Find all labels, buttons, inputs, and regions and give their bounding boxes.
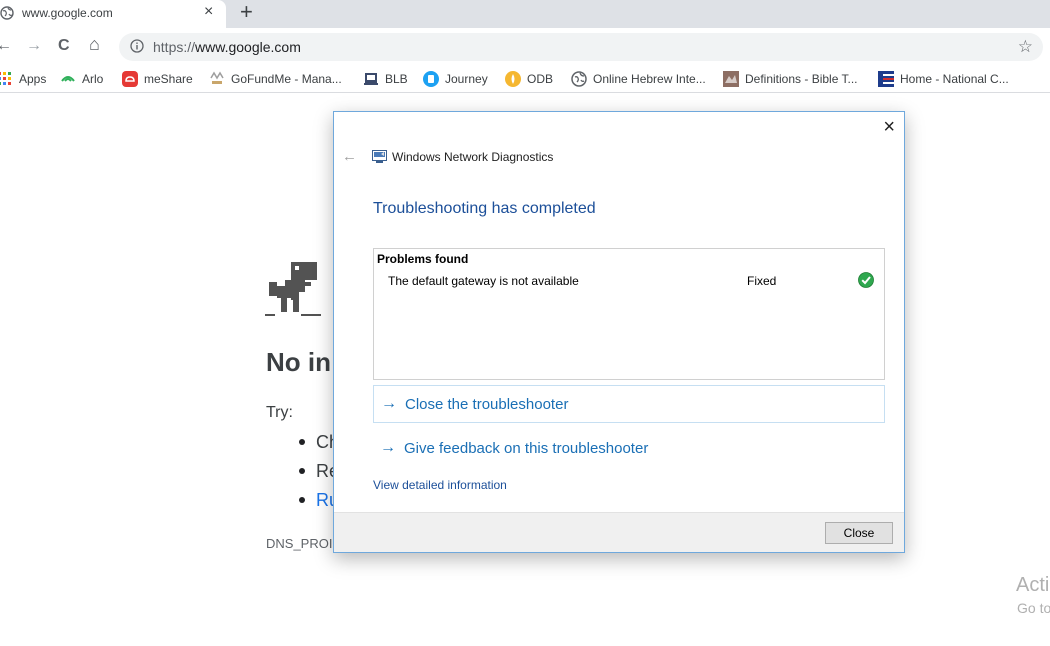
bookmark-home-national[interactable]: Home - National C...	[878, 70, 1009, 88]
bookmark-label: Online Hebrew Inte...	[593, 72, 706, 86]
network-diagnostics-dialog: × ← Windows Network Diagnostics Troubles…	[333, 111, 905, 553]
bookmark-label: Apps	[19, 72, 47, 86]
bookmark-label: ODB	[527, 72, 554, 86]
gofundme-icon	[210, 71, 224, 84]
journey-icon	[423, 71, 439, 87]
dialog-app-title: Windows Network Diagnostics	[392, 150, 554, 164]
bookmark-arlo[interactable]: Arlo	[60, 70, 103, 88]
url-host: www.google.com	[195, 39, 301, 55]
bookmark-meshare[interactable]: meShare	[122, 70, 193, 88]
dinosaur-icon	[265, 262, 321, 316]
dialog-heading: Troubleshooting has completed	[373, 200, 596, 217]
url-text: https://www.google.com	[153, 39, 301, 55]
meshare-icon	[122, 71, 138, 87]
arlo-icon	[61, 76, 75, 82]
bookmark-blb[interactable]: BLB	[363, 70, 408, 88]
bookmark-odb[interactable]: ODB	[505, 70, 553, 88]
dialog-footer: Close	[334, 512, 904, 552]
check-icon	[858, 272, 874, 288]
activation-watermark-title: Acti	[1016, 574, 1050, 596]
bookmark-label: GoFundMe - Mana...	[231, 72, 342, 86]
bookmarks-bar: Apps Arlo meShare GoFundMe - Mana... BLB	[0, 65, 1050, 93]
close-troubleshooter-label: Close the troubleshooter	[405, 395, 569, 413]
error-code: DNS_PROI	[266, 536, 333, 551]
odb-icon	[505, 71, 521, 87]
arrow-right-icon: →	[380, 439, 396, 456]
network-diagnostics-icon	[372, 150, 387, 163]
home-icon[interactable]: ⌂	[89, 35, 100, 53]
reload-icon[interactable]: C	[58, 37, 70, 55]
flag-icon	[878, 71, 894, 87]
apps-grid-icon	[0, 72, 11, 85]
activation-watermark-subtitle: Go to	[1017, 600, 1050, 616]
close-troubleshooter-link[interactable]: → Close the troubleshooter	[373, 385, 885, 423]
problem-status: Fixed	[747, 274, 777, 288]
blb-icon	[364, 73, 378, 85]
bookmark-label: BLB	[385, 72, 408, 86]
bookmark-definitions[interactable]: Definitions - Bible T...	[723, 70, 858, 88]
dialog-back-icon[interactable]: ←	[342, 148, 357, 166]
problems-found-panel: Problems found The default gateway is no…	[373, 248, 885, 380]
view-detailed-information-link[interactable]: View detailed information	[373, 478, 507, 492]
bookmark-label: Home - National C...	[900, 72, 1009, 86]
offline-title: No in	[266, 347, 331, 377]
give-feedback-link[interactable]: → Give feedback on this troubleshooter	[373, 429, 885, 467]
dialog-close-icon[interactable]: ×	[883, 116, 895, 138]
bookmark-label: Journey	[445, 72, 488, 86]
offline-try-label: Try:	[266, 404, 293, 421]
tab-close-icon[interactable]: ×	[204, 3, 213, 21]
tab-google[interactable]: www.google.com ×	[0, 0, 226, 28]
tab-title: www.google.com	[22, 6, 113, 20]
tab-strip: www.google.com × +	[0, 0, 1050, 28]
problems-header: Problems found	[377, 252, 469, 266]
problem-name: The default gateway is not available	[388, 274, 579, 288]
address-bar[interactable]: https://www.google.com ☆	[119, 33, 1043, 61]
bookmark-apps[interactable]: Apps	[0, 70, 46, 88]
bookmark-online-hebrew[interactable]: Online Hebrew Inte...	[571, 70, 706, 88]
browser-toolbar: ← → C ⌂ https://www.google.com ☆	[0, 28, 1050, 65]
globe-icon	[0, 6, 14, 20]
give-feedback-label: Give feedback on this troubleshooter	[404, 439, 649, 457]
close-button[interactable]: Close	[825, 522, 893, 544]
bookmark-label: Definitions - Bible T...	[745, 72, 858, 86]
info-icon[interactable]	[130, 39, 144, 53]
bookmark-star-icon[interactable]: ☆	[1018, 37, 1033, 57]
bible-icon	[723, 71, 739, 87]
url-scheme: https://	[153, 39, 196, 55]
bookmark-label: Arlo	[82, 72, 104, 86]
forward-icon[interactable]: →	[26, 37, 42, 55]
new-tab-button[interactable]: +	[240, 1, 253, 23]
back-icon[interactable]: ←	[0, 37, 12, 55]
globe-icon	[571, 71, 587, 87]
bookmark-journey[interactable]: Journey	[423, 70, 488, 88]
bookmark-gofundme[interactable]: GoFundMe - Mana...	[209, 70, 342, 88]
bookmark-label: meShare	[144, 72, 193, 86]
arrow-right-icon: →	[381, 395, 397, 412]
